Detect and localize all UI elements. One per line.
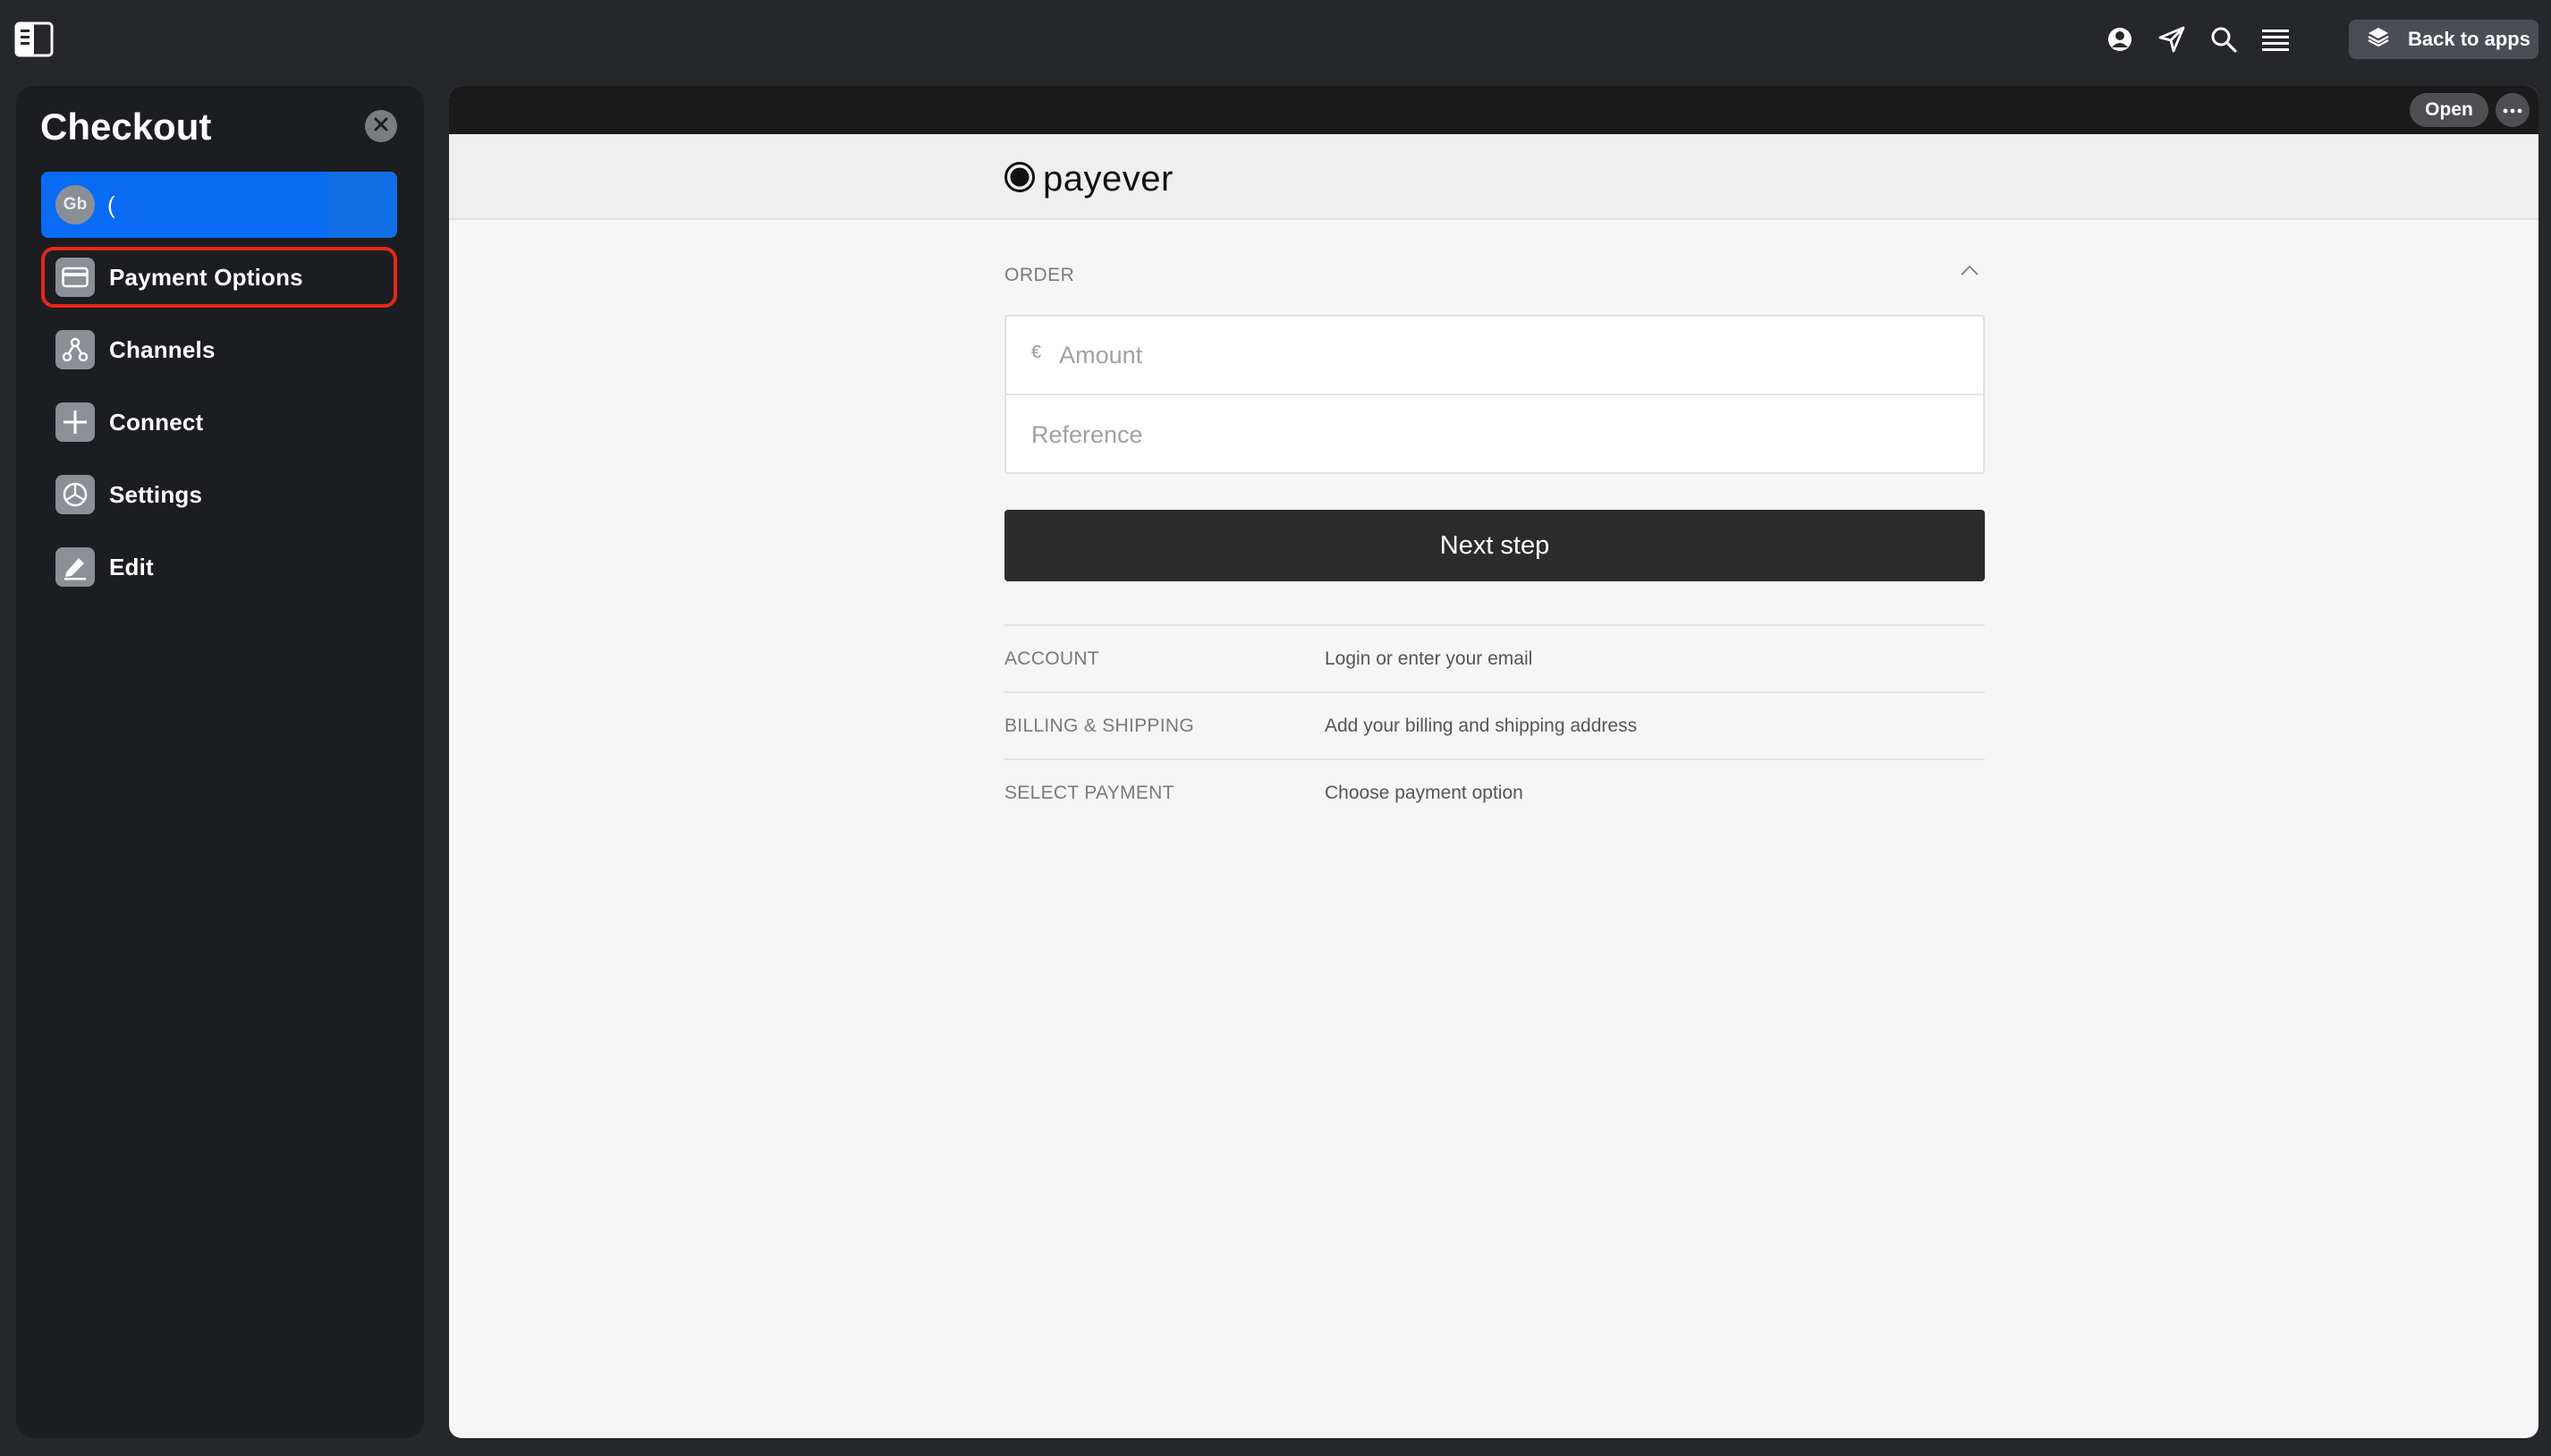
reference-row <box>1006 395 1983 474</box>
step-description: Add your billing and shipping address <box>1325 715 1638 736</box>
channels-icon <box>55 330 95 369</box>
avatar: Gb <box>55 185 95 224</box>
sidebar-item-label: Settings <box>109 480 203 508</box>
sidebar-item-label: Channels <box>109 335 216 363</box>
sidebar: Checkout Gb ( Payment Options Channels C… <box>16 86 424 1438</box>
top-icons <box>2102 20 2293 59</box>
plus-icon <box>55 402 95 442</box>
menu-icon[interactable] <box>2258 21 2293 57</box>
step-name: BILLING & SHIPPING <box>1004 715 1194 736</box>
back-to-apps-label: Back to apps <box>2408 28 2530 50</box>
profile-icon[interactable] <box>2102 21 2138 57</box>
step-name: SELECT PAYMENT <box>1004 782 1174 803</box>
search-icon[interactable] <box>2206 21 2242 57</box>
sidebar-item-label: Edit <box>109 553 154 580</box>
chevron-up-icon[interactable] <box>1959 263 1980 282</box>
sidebar-item-label: Connect <box>109 408 204 436</box>
checkout-preview-panel: Open payever ORDER € Amount Reference Ne… <box>449 86 2538 1438</box>
logo-circle-icon <box>1004 161 1036 198</box>
order-section-title: ORDER <box>1004 265 1075 285</box>
step-description: Choose payment option <box>1325 782 1523 803</box>
top-bar: Back to apps <box>0 0 2551 79</box>
layers-icon <box>2367 25 2390 54</box>
business-selector-end <box>327 172 397 238</box>
sidebar-item-channels[interactable]: Channels <box>41 319 397 380</box>
step-billing-shipping[interactable]: BILLING & SHIPPING Add your billing and … <box>1004 691 1985 758</box>
business-name: ( <box>107 190 115 218</box>
next-step-button[interactable]: Next step <box>1004 510 1985 581</box>
step-select-payment[interactable]: SELECT PAYMENT Choose payment option <box>1004 758 1985 825</box>
sidebar-item-settings[interactable]: Settings <box>41 464 397 525</box>
sidebar-item-label: Payment Options <box>109 263 303 291</box>
sidebar-title: Checkout <box>40 106 212 148</box>
step-description: Login or enter your email <box>1325 648 1533 669</box>
card-icon <box>55 258 95 297</box>
send-icon[interactable] <box>2154 21 2190 57</box>
order-form: € <box>1004 315 1985 474</box>
checkout-steps: ACCOUNT Login or enter your email BILLIN… <box>1004 624 1985 825</box>
settings-icon <box>55 475 95 514</box>
close-icon <box>373 116 389 137</box>
open-button[interactable]: Open <box>2410 93 2488 127</box>
back-to-apps-button[interactable]: Back to apps <box>2349 20 2538 59</box>
sidebar-item-edit[interactable]: Edit <box>41 537 397 597</box>
business-selector[interactable]: Gb ( <box>41 172 397 238</box>
payever-logo: payever <box>1004 159 1174 199</box>
more-options-button[interactable] <box>2496 93 2530 127</box>
close-sidebar-button[interactable] <box>365 110 397 142</box>
sidebar-item-connect[interactable]: Connect <box>41 392 397 453</box>
edit-icon <box>55 547 95 587</box>
more-icon <box>2503 102 2522 118</box>
preview-toolbar: Open <box>449 86 2538 134</box>
checkout-header: payever <box>449 134 2538 220</box>
reference-input[interactable] <box>1031 420 1836 449</box>
logo-text: payever <box>1043 159 1174 199</box>
amount-row: € <box>1006 317 1983 395</box>
sidebar-item-payment-options[interactable]: Payment Options <box>41 247 397 308</box>
step-name: ACCOUNT <box>1004 648 1099 669</box>
currency-symbol: € <box>1031 342 1042 362</box>
amount-input[interactable] <box>1059 341 1865 369</box>
step-account[interactable]: ACCOUNT Login or enter your email <box>1004 624 1985 691</box>
sidebar-toggle-icon[interactable] <box>14 21 54 57</box>
